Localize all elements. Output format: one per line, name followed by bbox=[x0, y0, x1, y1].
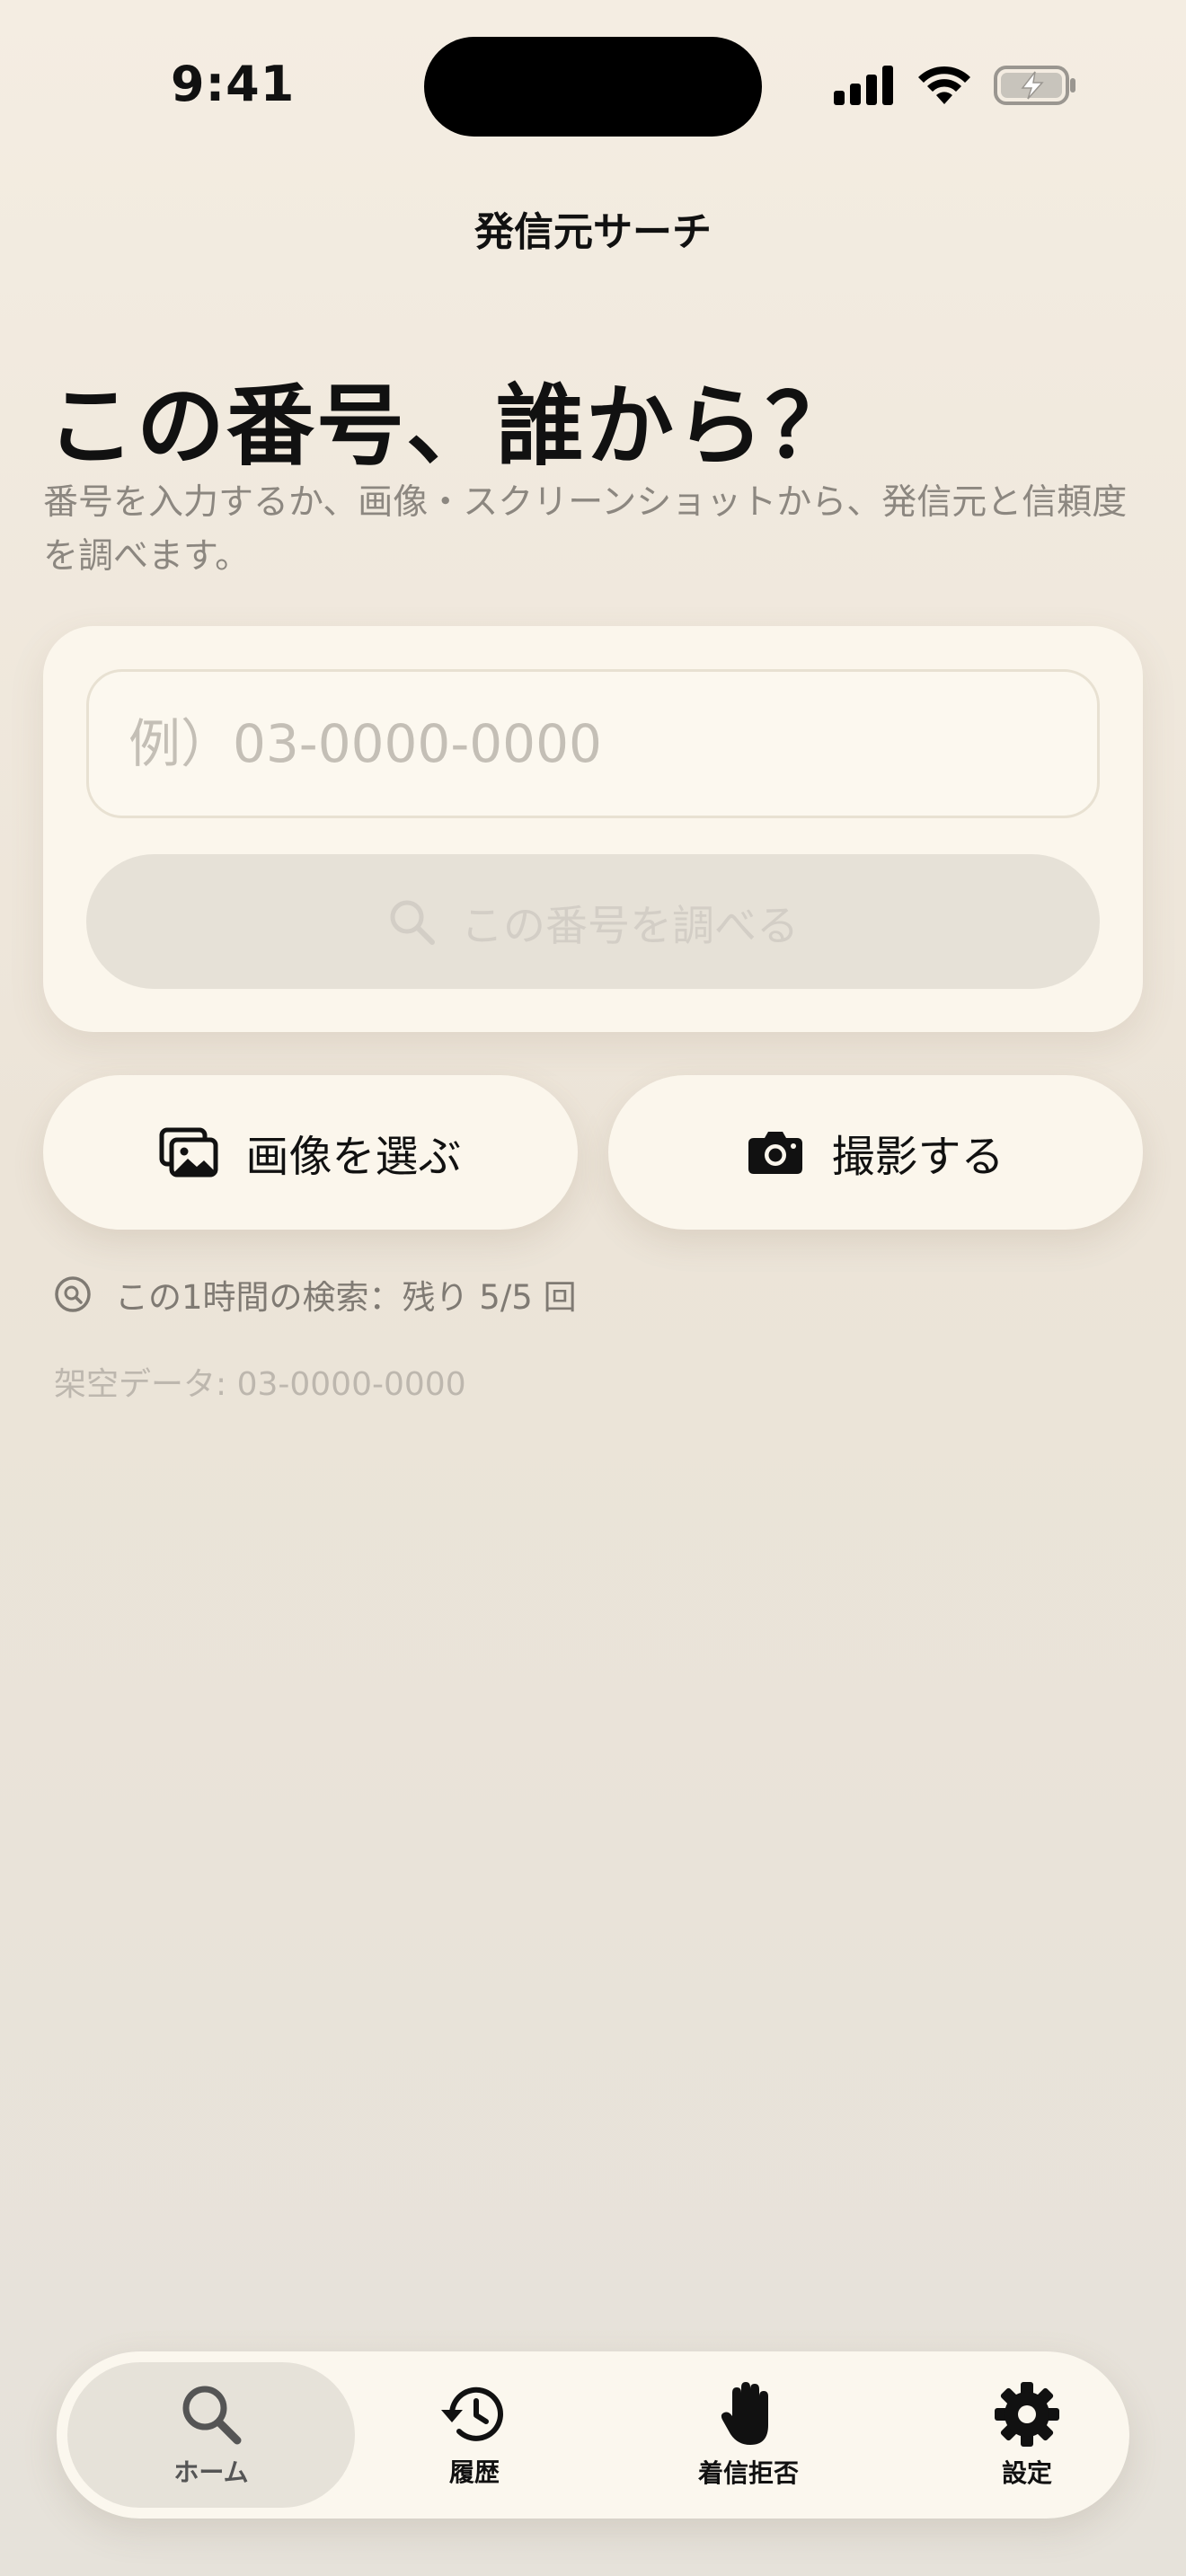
hand-icon bbox=[721, 2382, 768, 2445]
nav-title: 発信元サーチ bbox=[474, 209, 712, 255]
take-photo-label: 撮影する bbox=[831, 1132, 1005, 1182]
phone-number-input[interactable] bbox=[86, 669, 1100, 818]
sample-data-note: 架空データ: 03-0000-0000 bbox=[54, 1366, 466, 1403]
photo-library-icon bbox=[159, 1127, 218, 1178]
wifi-icon bbox=[918, 66, 970, 104]
search-quota: この1時間の検索：残り 5/5 回 bbox=[54, 1270, 577, 1319]
page-headline: この番号、誰から？ bbox=[47, 375, 856, 478]
search-icon bbox=[390, 900, 435, 945]
battery-charging-icon bbox=[994, 66, 1075, 105]
take-photo-button[interactable]: 撮影する bbox=[608, 1075, 1143, 1230]
lookup-number-label: この番号を調べる bbox=[461, 901, 799, 951]
dynamic-island bbox=[424, 37, 762, 137]
history-icon bbox=[441, 2386, 503, 2441]
tab-history[interactable]: 履歴 bbox=[371, 2362, 578, 2508]
tab-home-label: ホーム bbox=[173, 2457, 249, 2487]
search-quota-text: この1時間の検索：残り 5/5 回 bbox=[115, 1278, 577, 1317]
tab-settings-label: 設定 bbox=[1001, 2458, 1052, 2488]
gear-icon bbox=[995, 2382, 1059, 2447]
tab-settings[interactable]: 設定 bbox=[919, 2362, 1135, 2508]
lookup-number-button[interactable]: この番号を調べる bbox=[86, 854, 1100, 989]
search-card: この番号を調べる bbox=[43, 626, 1143, 1032]
tab-bar: ホーム 履歴 着信拒否 設定 bbox=[57, 2351, 1129, 2519]
status-time: 9:41 bbox=[171, 56, 296, 112]
cellular-signal-icon bbox=[834, 66, 893, 105]
tab-call-block[interactable]: 着信拒否 bbox=[614, 2362, 883, 2508]
search-quota-icon bbox=[55, 1276, 91, 1312]
pick-image-button[interactable]: 画像を選ぶ bbox=[43, 1075, 578, 1230]
search-icon bbox=[182, 2386, 242, 2445]
tab-home[interactable]: ホーム bbox=[67, 2362, 355, 2508]
status-icons bbox=[834, 65, 1076, 106]
page-subtitle: 番号を入力するか、画像・スクリーンショットから、発信元と信頼度を調べます。 bbox=[43, 482, 1128, 577]
pick-image-label: 画像を選ぶ bbox=[245, 1132, 462, 1182]
tab-history-label: 履歴 bbox=[448, 2457, 500, 2487]
camera-icon bbox=[748, 1132, 803, 1174]
tab-call-block-label: 着信拒否 bbox=[697, 2458, 799, 2488]
